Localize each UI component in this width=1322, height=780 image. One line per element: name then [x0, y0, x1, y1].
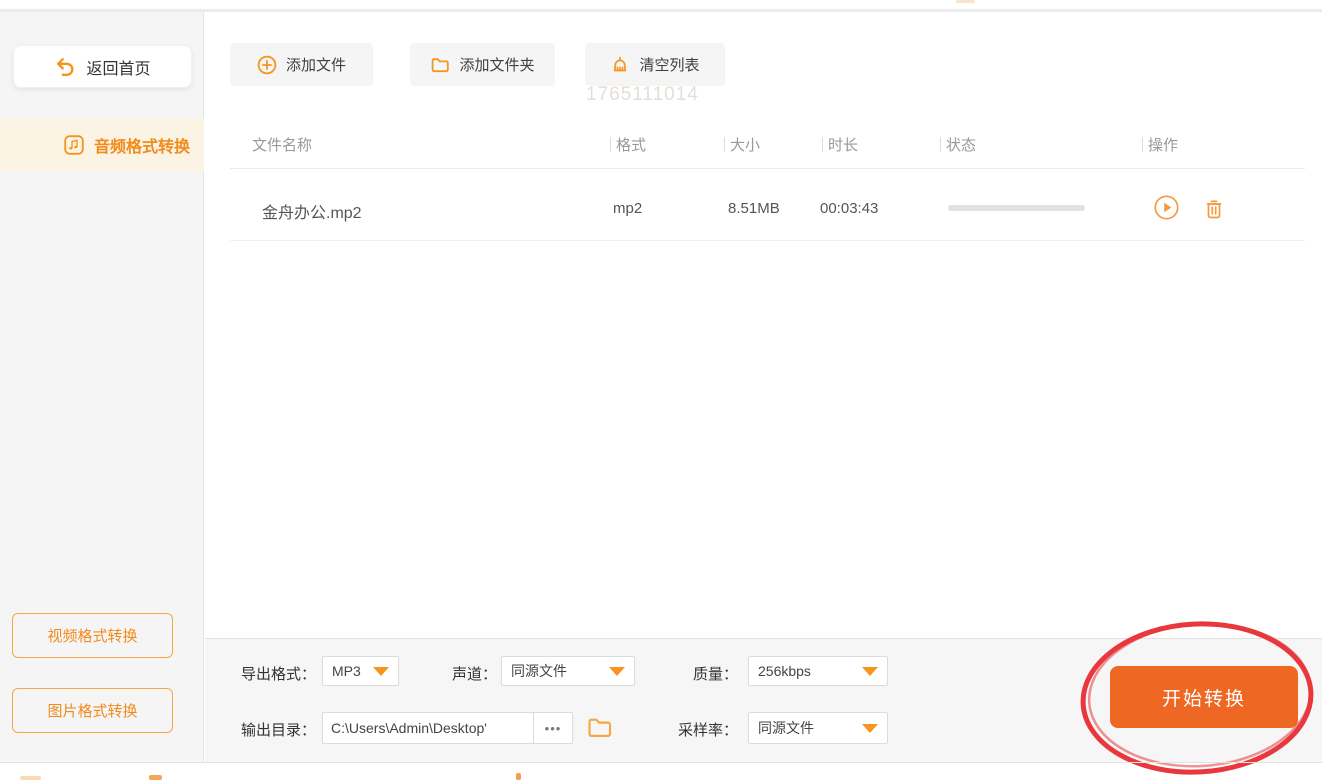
back-home-label: 返回首页 [86, 60, 151, 78]
chevron-down-icon [373, 666, 389, 676]
chevron-down-icon [862, 723, 878, 733]
start-convert-label: 开始转换 [1161, 688, 1246, 710]
export-format-value: MP3 [332, 663, 361, 679]
sample-rate-value: 同源文件 [758, 720, 814, 736]
video-convert-label: 视频格式转换 [47, 628, 138, 645]
quality-label: 质量： [692, 666, 738, 683]
column-header-duration: 时长 [828, 137, 859, 154]
header-divider [230, 168, 1305, 169]
file-row-size: 8.51MB [728, 200, 780, 217]
add-folder-label: 添加文件夹 [459, 57, 535, 74]
export-format-label: 导出格式： [240, 666, 316, 683]
image-convert-label: 图片格式转换 [47, 703, 138, 720]
quality-select[interactable]: 256kbps [748, 656, 888, 686]
add-folder-button[interactable]: 添加文件夹 [410, 43, 555, 86]
column-header-filename: 文件名称 [252, 137, 313, 154]
delete-icon[interactable] [1202, 197, 1226, 226]
channel-label: 声道： [451, 666, 497, 683]
sidebar-item-audio-convert[interactable]: 音频格式转换 [0, 118, 204, 172]
clear-list-button[interactable]: 清空列表 [585, 43, 725, 86]
sidebar-item-image-convert[interactable]: 图片格式转换 [12, 688, 173, 733]
column-header-actions: 操作 [1148, 137, 1179, 154]
undo-arrow-icon [54, 56, 76, 78]
header-separator [822, 137, 823, 152]
export-format-select[interactable]: MP3 [322, 656, 399, 686]
cropped-fragment [20, 776, 41, 780]
file-row-duration: 00:03:43 [820, 200, 879, 217]
broom-icon [610, 55, 630, 75]
add-file-label: 添加文件 [285, 57, 346, 74]
chevron-down-icon [862, 666, 878, 676]
play-button[interactable] [1154, 195, 1179, 225]
sidebar-item-video-convert[interactable]: 视频格式转换 [12, 613, 173, 658]
column-header-status: 状态 [946, 137, 977, 154]
conversion-progress-bar [948, 205, 1085, 211]
channel-select[interactable]: 同源文件 [501, 656, 635, 686]
cropped-fragment [956, 0, 975, 3]
clear-list-label: 清空列表 [639, 57, 700, 74]
column-header-format: 格式 [616, 137, 647, 154]
sample-rate-label: 采样率： [677, 722, 738, 739]
output-dir-field[interactable]: C:\Users\Admin\Desktop' ••• [322, 712, 573, 744]
music-note-icon [64, 135, 84, 155]
sidebar-item-audio-label: 音频格式转换 [94, 139, 191, 156]
file-row-name: 金舟办公.mp2 [262, 205, 362, 222]
plus-circle-icon [257, 55, 277, 75]
add-file-button[interactable]: 添加文件 [230, 43, 373, 86]
output-dir-value: C:\Users\Admin\Desktop' [331, 720, 487, 736]
browse-more-button[interactable]: ••• [533, 713, 572, 743]
audio-converter-window: 返回首页 音频格式转换 视频格式转换 图片格式转换 添加文件 添加文件夹 清空列… [0, 0, 1322, 780]
header-separator [724, 137, 725, 152]
folder-icon [430, 55, 450, 75]
quality-value: 256kbps [758, 663, 811, 679]
chevron-down-icon [609, 666, 625, 676]
watermark-text: 1765111014 [586, 84, 699, 105]
back-home-button[interactable]: 返回首页 [13, 45, 192, 88]
row-divider [230, 240, 1305, 241]
header-separator [940, 137, 941, 152]
channel-value: 同源文件 [511, 663, 567, 679]
header-separator [610, 137, 611, 152]
header-separator [1142, 137, 1143, 152]
cropped-fragment [516, 773, 521, 780]
open-output-folder-button[interactable] [586, 714, 613, 746]
file-row-format: mp2 [613, 200, 643, 217]
start-convert-button[interactable]: 开始转换 [1110, 666, 1298, 728]
column-header-size: 大小 [730, 137, 761, 154]
sample-rate-select[interactable]: 同源文件 [748, 712, 888, 744]
window-bottom-edge [0, 762, 1322, 763]
cropped-fragment [149, 775, 162, 780]
output-dir-label: 输出目录： [240, 722, 316, 739]
